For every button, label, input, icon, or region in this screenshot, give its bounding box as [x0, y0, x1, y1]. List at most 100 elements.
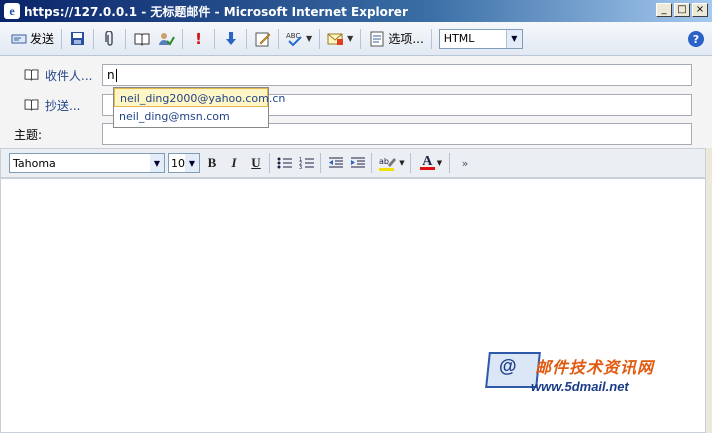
window-title: https://127.0.0.1 - 无标题邮件 - Microsoft In…	[24, 4, 408, 19]
formatting-toolbar: Tahoma ▼ 10 ▼ B I U 123 ab ▼ A ▼ »	[0, 148, 706, 178]
font-size-value: 10	[171, 156, 185, 170]
autocomplete-item[interactable]: neil_ding@msn.com	[114, 107, 268, 126]
toolbar-divider	[246, 28, 248, 49]
options-icon	[368, 30, 385, 47]
save-button[interactable]	[65, 26, 90, 52]
double-chevron-down-icon: »	[461, 156, 469, 170]
numbered-list-icon: 123	[299, 157, 314, 170]
address-book-icon	[133, 30, 150, 47]
low-importance-button[interactable]	[218, 26, 243, 52]
message-headers: 收件人... n 抄送... 主题:	[0, 56, 712, 148]
numbered-list-button[interactable]: 123	[297, 153, 317, 173]
save-icon	[69, 30, 86, 47]
more-formatting-button[interactable]: »	[455, 153, 475, 173]
toolbar-divider	[61, 28, 63, 49]
signature-icon	[254, 30, 271, 47]
envelope-flag-icon	[327, 30, 344, 47]
check-names-icon	[158, 30, 175, 47]
to-row: 收件人... n	[0, 63, 712, 87]
toolbar-divider	[371, 153, 372, 173]
watermark-text: 邮件技术资讯网	[535, 358, 655, 377]
chevron-down-icon: ▼	[150, 154, 164, 172]
paperclip-icon	[101, 30, 118, 47]
toolbar-divider	[410, 153, 411, 173]
exclamation-icon: !	[195, 29, 202, 48]
attach-button[interactable]	[97, 26, 122, 52]
to-button[interactable]: 收件人...	[24, 67, 92, 84]
toolbar-divider	[430, 28, 432, 49]
autocomplete-item[interactable]: neil_ding2000@yahoo.com.cn	[114, 88, 285, 107]
address-book-button[interactable]	[129, 26, 154, 52]
check-names-button[interactable]	[154, 26, 179, 52]
subject-row: 主题:	[0, 122, 712, 146]
bulleted-list-button[interactable]	[275, 153, 295, 173]
chevron-down-icon: ▼	[399, 159, 405, 167]
chevron-down-icon: ▼	[436, 159, 443, 167]
outdent-icon	[329, 157, 343, 168]
address-book-icon	[24, 99, 39, 111]
send-button[interactable]: 发送	[6, 26, 58, 52]
chevron-down-icon: ▼	[185, 154, 199, 172]
bold-button[interactable]: B	[202, 153, 222, 173]
cc-label: 抄送...	[45, 98, 81, 113]
window-titlebar: e https://127.0.0.1 - 无标题邮件 - Microsoft …	[0, 0, 712, 22]
bulleted-list-icon	[277, 157, 292, 169]
window-controls: _ □ ×	[656, 3, 708, 17]
signature-button[interactable]	[250, 26, 275, 52]
indent-icon	[351, 157, 365, 168]
toolbar-divider	[278, 28, 280, 49]
font-color-swatch	[419, 167, 435, 170]
highlight-button[interactable]: ab ▼	[377, 153, 407, 173]
minimize-button[interactable]: _	[656, 3, 672, 17]
text-cursor	[115, 69, 117, 82]
toolbar-divider	[449, 153, 450, 173]
help-icon[interactable]: ?	[688, 31, 704, 47]
font-color-glyph: A	[422, 154, 433, 169]
message-format-select[interactable]: HTML ▼	[438, 28, 523, 49]
toolbar-divider	[320, 153, 321, 173]
to-field[interactable]: n	[102, 64, 692, 86]
italic-button[interactable]: I	[224, 153, 244, 173]
to-value: n	[107, 68, 115, 82]
font-color-button[interactable]: A ▼	[416, 153, 446, 173]
message-options-button[interactable]: ▼	[323, 26, 357, 52]
font-color-icon: A	[419, 154, 435, 170]
toolbar-divider	[214, 28, 216, 49]
down-arrow-icon	[222, 30, 239, 47]
cc-row: 抄送...	[0, 93, 712, 117]
address-book-icon	[24, 69, 39, 81]
font-family-value: Tahoma	[13, 156, 56, 170]
increase-indent-button[interactable]	[348, 153, 368, 173]
at-sign-icon: @	[499, 356, 517, 376]
watermark-logo: @ 邮件技术资讯网 www.5dmail.net	[485, 350, 702, 400]
underline-button[interactable]: U	[246, 153, 266, 173]
highlighter-icon: ab	[379, 157, 397, 171]
svg-text:3: 3	[299, 165, 302, 170]
options-button[interactable]: 选项...	[364, 26, 427, 52]
decrease-indent-button[interactable]	[326, 153, 346, 173]
cc-button[interactable]: 抄送...	[24, 97, 80, 114]
options-label: 选项...	[388, 32, 424, 46]
spell-check-button[interactable]: ABC ▼	[282, 26, 316, 52]
send-label: 发送	[30, 32, 55, 46]
toolbar-divider	[125, 28, 127, 49]
toolbar-divider	[319, 28, 321, 49]
chevron-down-icon: ▼	[306, 34, 313, 43]
close-button[interactable]: ×	[692, 3, 708, 17]
send-icon	[10, 30, 27, 47]
subject-label: 主题:	[14, 127, 43, 142]
toolbar-divider	[269, 153, 270, 173]
svg-text:ab: ab	[379, 157, 389, 166]
maximize-button[interactable]: □	[674, 3, 690, 17]
font-family-select[interactable]: Tahoma ▼	[9, 153, 165, 173]
spell-check-icon: ABC	[286, 30, 303, 47]
message-format-value: HTML	[443, 32, 475, 45]
toolbar-divider	[360, 28, 362, 49]
compose-toolbar: 发送 ! ABC ▼ ▼ 选项... HTML ▼ ?	[0, 22, 712, 56]
autocomplete-dropdown: neil_ding2000@yahoo.com.cn neil_ding@msn…	[113, 87, 285, 128]
chevron-down-icon: ▼	[505, 29, 522, 48]
to-label: 收件人...	[45, 68, 93, 83]
toolbar-divider	[182, 28, 184, 49]
font-size-select[interactable]: 10 ▼	[168, 153, 200, 173]
high-importance-button[interactable]: !	[186, 26, 211, 52]
